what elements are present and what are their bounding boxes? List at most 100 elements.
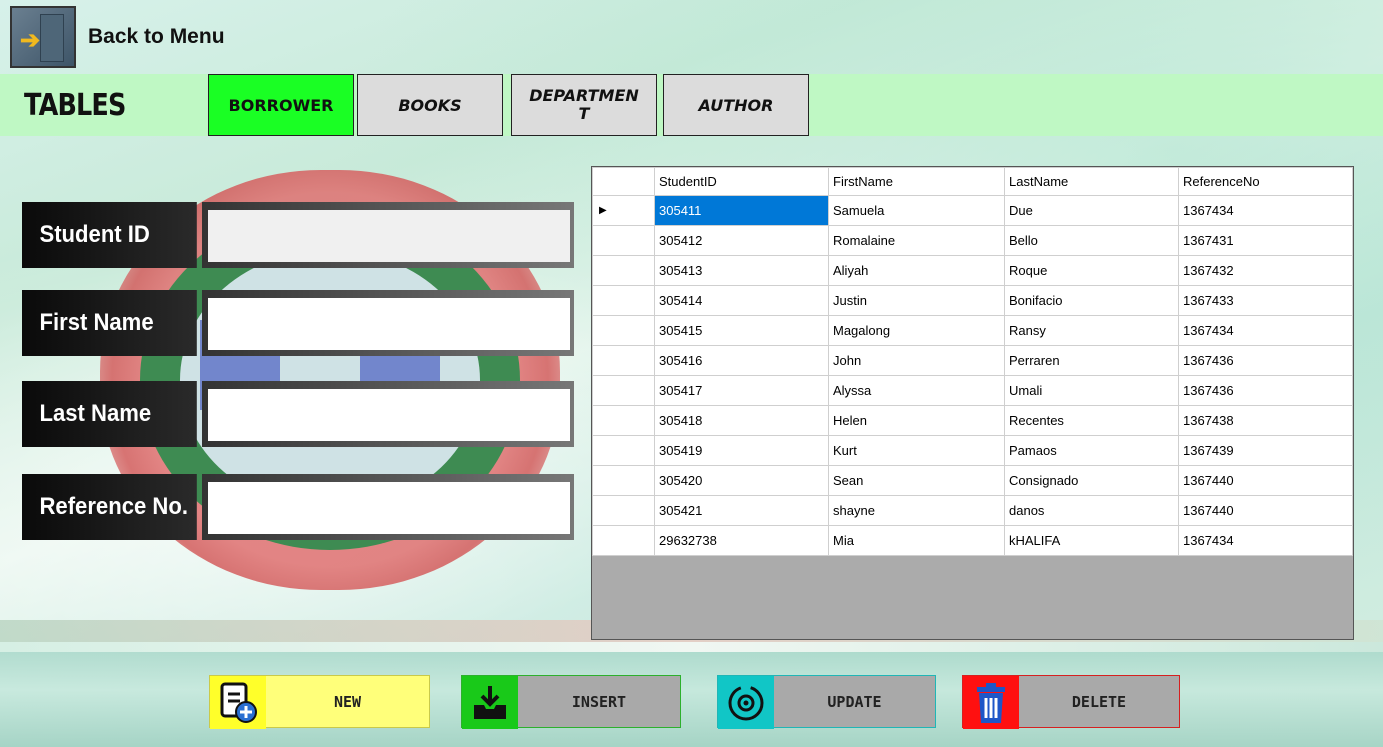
- new-document-icon[interactable]: [210, 676, 266, 729]
- cell-lastname[interactable]: Pamaos: [1004, 435, 1179, 466]
- cell-studentid[interactable]: 305420: [654, 465, 829, 496]
- cell-lastname[interactable]: Roque: [1004, 255, 1179, 286]
- cell-firstname[interactable]: John: [828, 345, 1005, 376]
- row-header[interactable]: [592, 255, 655, 286]
- row-header[interactable]: [592, 525, 655, 556]
- cell-lastname[interactable]: Consignado: [1004, 465, 1179, 496]
- cell-referenceno[interactable]: 1367432: [1178, 255, 1353, 286]
- cell-firstname[interactable]: Samuela: [828, 195, 1005, 226]
- cell-lastname[interactable]: danos: [1004, 495, 1179, 526]
- cell-referenceno[interactable]: 1367431: [1178, 225, 1353, 256]
- back-to-menu-button[interactable]: ➔ Back to Menu: [10, 6, 225, 68]
- trash-can-icon[interactable]: [963, 676, 1019, 729]
- update-button-label[interactable]: UPDATE: [774, 676, 935, 727]
- column-header-firstname[interactable]: FirstName: [828, 167, 1005, 196]
- table-row[interactable]: 305420 Sean Consignado 1367440: [592, 465, 1353, 496]
- tab-borrower[interactable]: BORROWER: [208, 74, 354, 136]
- cell-firstname[interactable]: Kurt: [828, 435, 1005, 466]
- student-id-field[interactable]: [208, 210, 570, 262]
- tab-department-label[interactable]: DEPARTMEN T: [529, 87, 639, 123]
- cell-referenceno[interactable]: 1367434: [1178, 525, 1353, 556]
- cell-referenceno[interactable]: 1367434: [1178, 315, 1353, 346]
- cell-lastname[interactable]: Due: [1004, 195, 1179, 226]
- row-header-corner[interactable]: [592, 167, 655, 196]
- cell-firstname[interactable]: Alyssa: [828, 375, 1005, 406]
- cell-referenceno[interactable]: 1367440: [1178, 495, 1353, 526]
- row-header[interactable]: [592, 495, 655, 526]
- column-header-lastname[interactable]: LastName: [1004, 167, 1179, 196]
- cell-lastname[interactable]: Bonifacio: [1004, 285, 1179, 316]
- table-row[interactable]: 29632738 Mia kHALIFA 1367434: [592, 525, 1353, 556]
- cell-firstname[interactable]: Romalaine: [828, 225, 1005, 256]
- insert-button[interactable]: INSERT: [461, 675, 681, 729]
- cell-firstname[interactable]: Mia: [828, 525, 1005, 556]
- cell-studentid[interactable]: 305419: [654, 435, 829, 466]
- last-name-field[interactable]: [208, 389, 570, 441]
- row-header[interactable]: [592, 465, 655, 496]
- first-name-field[interactable]: [208, 298, 570, 350]
- cell-lastname[interactable]: kHALIFA: [1004, 525, 1179, 556]
- row-header[interactable]: [592, 315, 655, 346]
- cell-firstname[interactable]: shayne: [828, 495, 1005, 526]
- row-header[interactable]: [592, 435, 655, 466]
- row-header[interactable]: [592, 285, 655, 316]
- exit-door-icon[interactable]: ➔: [10, 6, 76, 68]
- table-row[interactable]: 305417 Alyssa Umali 1367436: [592, 375, 1353, 406]
- download-tray-icon[interactable]: [462, 676, 518, 729]
- cell-lastname[interactable]: Ransy: [1004, 315, 1179, 346]
- cell-lastname[interactable]: Recentes: [1004, 405, 1179, 436]
- table-row[interactable]: 305414 Justin Bonifacio 1367433: [592, 285, 1353, 316]
- insert-button-label[interactable]: INSERT: [518, 676, 680, 727]
- row-header[interactable]: [592, 375, 655, 406]
- new-button-label[interactable]: NEW: [266, 676, 429, 727]
- cell-firstname[interactable]: Sean: [828, 465, 1005, 496]
- cell-studentid[interactable]: 305415: [654, 315, 829, 346]
- row-header[interactable]: ▶: [592, 195, 655, 226]
- table-row[interactable]: 305412 Romalaine Bello 1367431: [592, 225, 1353, 256]
- cell-studentid[interactable]: 305418: [654, 405, 829, 436]
- borrower-data-grid[interactable]: StudentID FirstName LastName ReferenceNo…: [591, 166, 1354, 640]
- table-row[interactable]: 305416 John Perraren 1367436: [592, 345, 1353, 376]
- tab-department[interactable]: DEPARTMEN T: [511, 74, 657, 136]
- column-header-referenceno[interactable]: ReferenceNo: [1178, 167, 1353, 196]
- cell-lastname[interactable]: Umali: [1004, 375, 1179, 406]
- cell-studentid[interactable]: 305414: [654, 285, 829, 316]
- cell-studentid[interactable]: 305411: [654, 195, 829, 226]
- row-header[interactable]: [592, 405, 655, 436]
- table-row[interactable]: ▶ 305411 Samuela Due 1367434: [592, 195, 1353, 226]
- table-row[interactable]: 305421 shayne danos 1367440: [592, 495, 1353, 526]
- cell-lastname[interactable]: Perraren: [1004, 345, 1179, 376]
- tab-author[interactable]: AUTHOR: [663, 74, 809, 136]
- cell-studentid[interactable]: 305416: [654, 345, 829, 376]
- update-button[interactable]: UPDATE: [717, 675, 936, 729]
- back-to-menu-label[interactable]: Back to Menu: [88, 25, 225, 49]
- cell-referenceno[interactable]: 1367438: [1178, 405, 1353, 436]
- cell-referenceno[interactable]: 1367439: [1178, 435, 1353, 466]
- table-row[interactable]: 305413 Aliyah Roque 1367432: [592, 255, 1353, 286]
- cell-studentid[interactable]: 305421: [654, 495, 829, 526]
- table-row[interactable]: 305415 Magalong Ransy 1367434: [592, 315, 1353, 346]
- cell-referenceno[interactable]: 1367433: [1178, 285, 1353, 316]
- column-header-studentid[interactable]: StudentID: [654, 167, 829, 196]
- cell-studentid[interactable]: 305412: [654, 225, 829, 256]
- cell-referenceno[interactable]: 1367434: [1178, 195, 1353, 226]
- reference-no-field[interactable]: [208, 482, 570, 534]
- table-row[interactable]: 305419 Kurt Pamaos 1367439: [592, 435, 1353, 466]
- row-header[interactable]: [592, 345, 655, 376]
- cell-firstname[interactable]: Helen: [828, 405, 1005, 436]
- delete-button-label[interactable]: DELETE: [1019, 676, 1179, 727]
- cell-referenceno[interactable]: 1367440: [1178, 465, 1353, 496]
- table-row[interactable]: 305418 Helen Recentes 1367438: [592, 405, 1353, 436]
- cell-lastname[interactable]: Bello: [1004, 225, 1179, 256]
- cell-referenceno[interactable]: 1367436: [1178, 345, 1353, 376]
- tab-books[interactable]: BOOKS: [357, 74, 503, 136]
- row-header[interactable]: [592, 225, 655, 256]
- cell-firstname[interactable]: Justin: [828, 285, 1005, 316]
- cell-referenceno[interactable]: 1367436: [1178, 375, 1353, 406]
- cell-studentid[interactable]: 305413: [654, 255, 829, 286]
- delete-button[interactable]: DELETE: [962, 675, 1180, 729]
- cell-firstname[interactable]: Magalong: [828, 315, 1005, 346]
- refresh-gear-icon[interactable]: [718, 676, 774, 729]
- cell-firstname[interactable]: Aliyah: [828, 255, 1005, 286]
- new-button[interactable]: NEW: [209, 675, 430, 729]
